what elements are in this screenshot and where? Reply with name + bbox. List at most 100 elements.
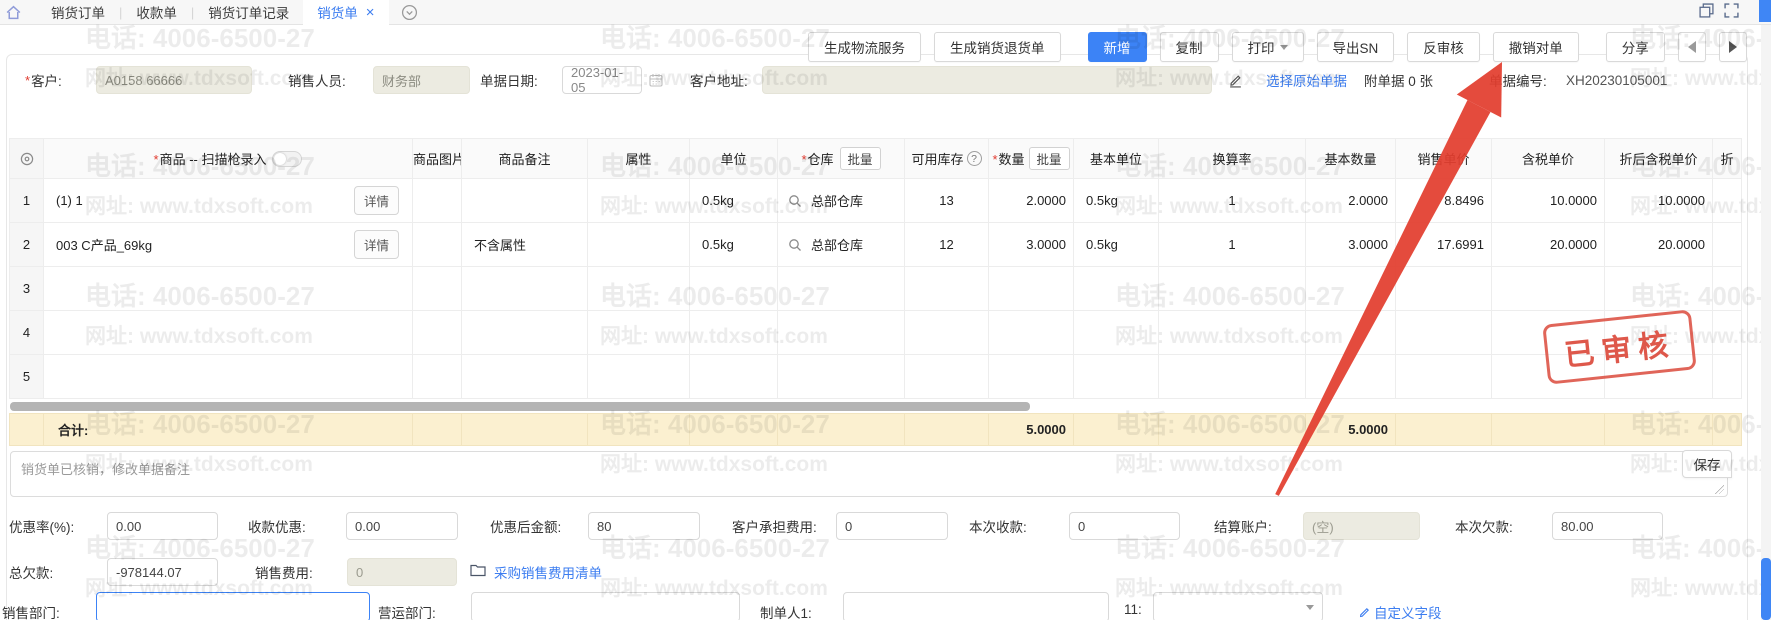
generate-sales-return-button[interactable]: 生成销货退货单 <box>934 32 1061 62</box>
resize-handle[interactable] <box>1715 485 1724 494</box>
detail-button[interactable]: 详情 <box>354 230 399 259</box>
add-new-button[interactable]: 新增 <box>1088 32 1147 62</box>
folder-icon[interactable] <box>470 563 486 577</box>
purchase-sales-fee-list-link[interactable]: 采购销售费用清单 <box>494 562 602 582</box>
tab-sales-order-record[interactable]: 销货订单记录 <box>194 0 303 25</box>
vertical-scrollbar-track[interactable] <box>1761 25 1771 620</box>
product-cell[interactable] <box>44 267 413 311</box>
tax-price-cell[interactable] <box>1492 267 1605 311</box>
stock-cell[interactable] <box>905 355 989 399</box>
unapprove-button[interactable]: 反审核 <box>1407 32 1480 62</box>
unit-cell[interactable] <box>690 311 778 355</box>
product-cell[interactable] <box>44 355 413 399</box>
product-image-cell[interactable] <box>413 179 462 223</box>
customer-field[interactable]: A0158 66666 <box>96 66 252 94</box>
product-image-cell[interactable] <box>413 267 462 311</box>
stock-cell[interactable] <box>905 267 989 311</box>
share-button[interactable]: 分享 <box>1606 32 1665 62</box>
quantity-cell[interactable] <box>989 267 1074 311</box>
total-debt-field[interactable]: -978144.07 <box>107 558 218 586</box>
disc-tax-price-cell[interactable] <box>1605 267 1713 311</box>
salesperson-field[interactable]: 财务部 <box>373 66 470 94</box>
warehouse-cell[interactable] <box>778 267 905 311</box>
current-debt-field[interactable]: 80.00 <box>1552 512 1663 540</box>
tab-receipt[interactable]: 收款单 <box>122 0 191 25</box>
creator-field[interactable] <box>843 592 1109 620</box>
amount-after-discount-field[interactable]: 80 <box>588 512 700 540</box>
price-cell[interactable]: 8.8496 <box>1396 179 1492 223</box>
product-note-cell[interactable] <box>462 311 588 355</box>
custom-field-11-select[interactable] <box>1153 592 1323 620</box>
help-icon[interactable]: ? <box>967 151 982 166</box>
base-quantity-cell[interactable]: 3.0000 <box>1306 223 1396 267</box>
rate-cell[interactable] <box>1159 355 1306 399</box>
disc-tax-price-cell[interactable]: 20.0000 <box>1605 223 1713 267</box>
customer-borne-fee-field[interactable]: 0 <box>836 512 948 540</box>
save-button[interactable]: 保存 <box>1682 450 1732 478</box>
unit-cell[interactable] <box>690 355 778 399</box>
tab-sales-order[interactable]: 销货订单 <box>37 0 119 25</box>
operation-dept-field[interactable] <box>471 592 740 620</box>
cancel-match-button[interactable]: 撤销对单 <box>1493 32 1579 62</box>
price-cell[interactable] <box>1396 355 1492 399</box>
generate-logistics-button[interactable]: 生成物流服务 <box>808 32 921 62</box>
product-note-cell[interactable]: 不含属性 <box>462 223 588 267</box>
attribute-cell[interactable] <box>588 311 690 355</box>
address-field[interactable] <box>762 66 1212 94</box>
product-cell[interactable] <box>44 311 413 355</box>
base-unit-cell[interactable] <box>1074 355 1159 399</box>
date-field[interactable]: 2023-01-05 <box>562 66 642 94</box>
copy-button[interactable]: 复制 <box>1160 32 1219 62</box>
warehouse-cell[interactable]: 总部仓库 <box>778 223 905 267</box>
print-button[interactable]: 打印 <box>1232 32 1304 62</box>
product-image-cell[interactable] <box>413 355 462 399</box>
unit-cell[interactable] <box>690 267 778 311</box>
product-cell[interactable]: (1) 1 详情 <box>44 179 413 223</box>
next-record-button[interactable] <box>1719 32 1747 62</box>
rate-cell[interactable]: 1 <box>1159 223 1306 267</box>
calendar-icon[interactable] <box>648 66 664 94</box>
stock-cell[interactable] <box>905 311 989 355</box>
sales-fee-field[interactable]: 0 <box>347 558 457 586</box>
unit-cell[interactable]: 0.5kg <box>690 223 778 267</box>
select-original-doc-link[interactable]: 选择原始单据 <box>1266 66 1347 94</box>
base-quantity-cell[interactable] <box>1306 267 1396 311</box>
attribute-cell[interactable] <box>588 179 690 223</box>
base-quantity-cell[interactable]: 2.0000 <box>1306 179 1396 223</box>
current-receipt-field[interactable]: 0 <box>1069 512 1180 540</box>
warehouse-cell[interactable] <box>778 355 905 399</box>
quantity-cell[interactable]: 3.0000 <box>989 223 1074 267</box>
detail-button[interactable]: 详情 <box>354 186 399 215</box>
tab-sales-invoice-active[interactable]: 销货单 × <box>303 0 388 25</box>
search-icon[interactable] <box>788 238 802 252</box>
quantity-cell[interactable] <box>989 355 1074 399</box>
discount-rate-field[interactable]: 0.00 <box>107 512 218 540</box>
remark-input[interactable] <box>10 451 1728 497</box>
price-cell[interactable] <box>1396 311 1492 355</box>
vertical-scrollbar-thumb[interactable] <box>1761 558 1771 620</box>
product-note-cell[interactable] <box>462 355 588 399</box>
quantity-cell[interactable] <box>989 311 1074 355</box>
attribute-cell[interactable] <box>588 355 690 399</box>
base-quantity-cell[interactable] <box>1306 355 1396 399</box>
product-image-cell[interactable] <box>413 311 462 355</box>
product-image-cell[interactable] <box>413 223 462 267</box>
attachment-count[interactable]: 附单据 0 张 <box>1364 66 1433 94</box>
warehouse-cell[interactable]: 总部仓库 <box>778 179 905 223</box>
horizontal-scrollbar-thumb[interactable] <box>10 402 1030 411</box>
product-cell[interactable]: 003 C产品_69kg 详情 <box>44 223 413 267</box>
base-unit-cell[interactable]: 0.5kg <box>1074 179 1159 223</box>
close-tab-icon[interactable]: × <box>366 4 375 21</box>
export-sn-button[interactable]: 导出SN <box>1317 32 1395 62</box>
rate-cell[interactable]: 1 <box>1159 179 1306 223</box>
home-icon[interactable] <box>5 3 23 21</box>
prev-record-button[interactable] <box>1678 32 1706 62</box>
custom-fields-link[interactable]: 自定义字段 <box>1358 602 1442 620</box>
base-unit-cell[interactable]: 0.5kg <box>1074 223 1159 267</box>
price-cell[interactable]: 17.6991 <box>1396 223 1492 267</box>
stock-cell[interactable]: 12 <box>905 223 989 267</box>
quantity-cell[interactable]: 2.0000 <box>989 179 1074 223</box>
tax-price-cell[interactable]: 10.0000 <box>1492 179 1605 223</box>
base-quantity-cell[interactable] <box>1306 311 1396 355</box>
warehouse-cell[interactable] <box>778 311 905 355</box>
